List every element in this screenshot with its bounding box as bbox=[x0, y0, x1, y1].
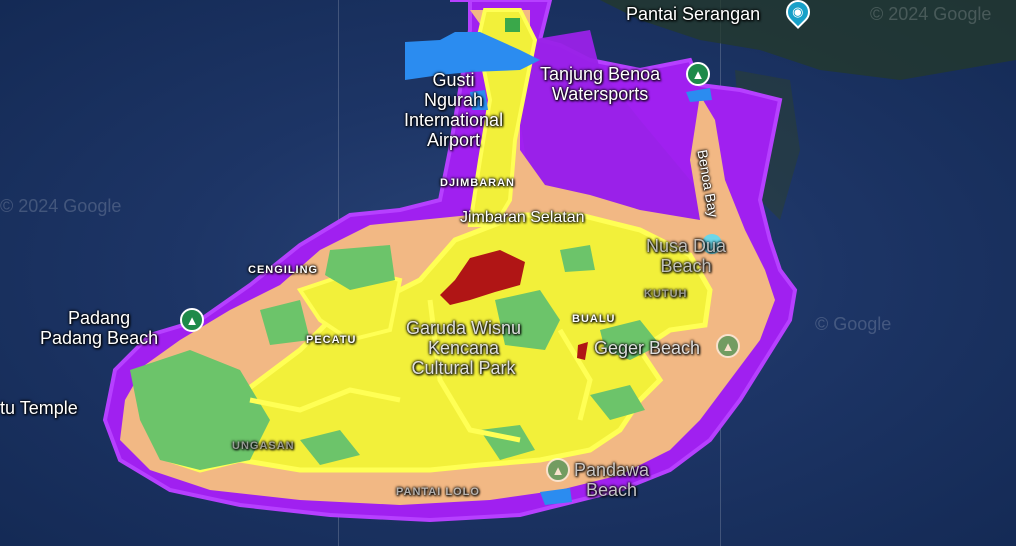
watermark-right: © Google bbox=[815, 314, 892, 334]
label-pandawa-line1: Pandawa bbox=[574, 460, 650, 480]
label-geger-beach[interactable]: Geger Beach bbox=[594, 338, 700, 358]
label-kutuh: KUTUH bbox=[644, 288, 688, 300]
label-pandawa-beach[interactable]: Pandawa Beach bbox=[574, 460, 649, 500]
watermark-left: © 2024 Google bbox=[0, 196, 122, 216]
beach-icon[interactable]: ▲ bbox=[686, 62, 710, 86]
label-padang-padang-beach[interactable]: Padang Padang Beach bbox=[40, 308, 158, 348]
label-jimbaran-selatan: Jimbaran Selatan bbox=[460, 209, 585, 226]
label-airport-line3: International bbox=[404, 110, 504, 130]
label-garuda-line2: Kencana bbox=[428, 338, 500, 358]
label-nusa-dua-beach[interactable]: Nusa Dua Beach bbox=[646, 236, 726, 276]
label-pecatu: PECATU bbox=[306, 334, 357, 346]
green-zone-north bbox=[505, 18, 520, 32]
zoning-overlay bbox=[102, 0, 1016, 523]
beach-icon[interactable]: ▲ bbox=[546, 458, 570, 482]
label-garuda-line3: Cultural Park bbox=[411, 358, 516, 378]
label-garuda-wisnu-kencana[interactable]: Garuda Wisnu Kencana Cultural Park bbox=[406, 318, 521, 378]
label-padang-line2: Padang Beach bbox=[40, 328, 159, 348]
label-cengiling: CENGILING bbox=[248, 264, 319, 276]
label-nusa-dua-line1: Nusa Dua bbox=[646, 236, 727, 256]
label-padang-line1: Padang bbox=[68, 308, 131, 328]
watermark-top-right: © 2024 Google bbox=[870, 4, 992, 24]
tree-icon[interactable]: ▲ bbox=[716, 334, 740, 358]
label-nusa-dua-line2: Beach bbox=[660, 256, 712, 276]
label-pantai-lolo: PANTAI LOLO bbox=[396, 486, 480, 498]
label-bualu: BUALU bbox=[572, 313, 616, 325]
label-tanjung-benoa-line2: Watersports bbox=[551, 84, 649, 104]
label-airport[interactable]: Gusti Ngurah International Airport bbox=[404, 70, 503, 150]
label-ungasan: UNGASAN bbox=[232, 440, 295, 452]
label-djimbaran: DJIMBARAN bbox=[440, 177, 515, 189]
label-airport-line2: Ngurah bbox=[424, 90, 484, 110]
label-pantai-serangan[interactable]: Pantai Serangan bbox=[626, 4, 760, 24]
beach-icon[interactable]: ▲ bbox=[180, 308, 204, 332]
label-airport-line4: Airport bbox=[427, 130, 481, 150]
satellite-map[interactable]: © 2024 Google © 2024 Google © Google Pan… bbox=[0, 0, 1016, 546]
label-tanjung-benoa-line1: Tanjung Benoa bbox=[540, 64, 661, 84]
label-tanjung-benoa[interactable]: Tanjung Benoa Watersports bbox=[540, 64, 660, 104]
label-temple[interactable]: tu Temple bbox=[0, 398, 78, 418]
label-pandawa-line2: Beach bbox=[586, 480, 638, 500]
label-airport-line1: Gusti bbox=[432, 70, 475, 90]
label-garuda-line1: Garuda Wisnu bbox=[406, 318, 522, 338]
